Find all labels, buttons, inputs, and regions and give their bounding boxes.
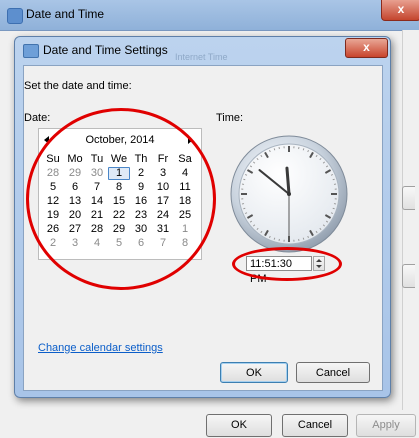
clock-center-pin [287, 192, 291, 196]
dialog-cancel-button[interactable]: Cancel [296, 362, 370, 383]
calendar-month-header[interactable]: October, 2014 [59, 134, 181, 146]
calendar-day[interactable]: 20 [64, 209, 86, 222]
calendar-day[interactable]: 7 [152, 237, 174, 250]
weekday-header: Th [134, 153, 148, 165]
calendar-day[interactable]: 24 [152, 209, 174, 222]
side-button-1[interactable] [402, 186, 415, 210]
calendar-day[interactable]: 29 [108, 223, 130, 236]
weekday-header: We [110, 153, 128, 165]
minute-tick [273, 237, 276, 240]
calendar-day[interactable]: 9 [130, 181, 152, 194]
calendar-day[interactable]: 3 [152, 167, 174, 180]
calendar-day[interactable]: 16 [130, 195, 152, 208]
calendar-day[interactable]: 23 [130, 209, 152, 222]
next-month-arrow-icon[interactable] [188, 136, 193, 144]
weekday-header: Sa [178, 153, 192, 165]
time-input[interactable]: 11:51:30 PM [246, 256, 312, 285]
window-titlebar: Date and Time [0, 0, 419, 31]
weekday-header: Su [46, 153, 60, 165]
calendar-day[interactable]: 3 [64, 237, 86, 250]
calendar-grid: Su Mo Tu We Th Fr Sa 28 29 30 1 2 3 4 5 6 7 8 9 10 11 12 13 14 1… [42, 153, 198, 250]
calendar-day[interactable]: 30 [86, 167, 108, 180]
analog-clock [230, 135, 348, 253]
spinner-down-icon[interactable] [316, 265, 322, 268]
spinner-up-icon[interactable] [316, 259, 322, 262]
minute-tick [302, 237, 305, 240]
ghost-tab-text: Internet Time [175, 52, 228, 62]
side-button-2[interactable] [402, 264, 415, 288]
calendar-day[interactable]: 5 [108, 237, 130, 250]
calendar-day[interactable]: 18 [174, 195, 196, 208]
calendar-day[interactable]: 6 [130, 237, 152, 250]
window-side-panel [402, 30, 419, 410]
instruction-text: Set the date and time: [24, 80, 132, 92]
dialog-title: Date and Time Settings [43, 43, 168, 57]
calendar-day[interactable]: 26 [42, 223, 64, 236]
hour-hand [285, 166, 291, 196]
calendar-day-selected[interactable]: 1 [108, 167, 130, 180]
calendar-day[interactable]: 21 [86, 209, 108, 222]
calendar-day[interactable]: 8 [108, 181, 130, 194]
dialog-close-button[interactable]: x [345, 38, 388, 58]
weekday-header: Tu [90, 153, 104, 165]
calendar-day[interactable]: 4 [174, 167, 196, 180]
calendar-day[interactable]: 12 [42, 195, 64, 208]
calendar-day[interactable]: 28 [42, 167, 64, 180]
window-close-button[interactable]: x [381, 0, 419, 21]
calendar-day[interactable]: 25 [174, 209, 196, 222]
calendar-day[interactable]: 11 [174, 181, 196, 194]
window-apply-button[interactable]: Apply [356, 414, 416, 437]
calendar-day[interactable]: 31 [152, 223, 174, 236]
change-calendar-settings-link[interactable]: Change calendar settings [38, 342, 163, 354]
calendar-day[interactable]: 2 [42, 237, 64, 250]
calendar-day[interactable]: 5 [42, 181, 64, 194]
calendar-day[interactable]: 19 [42, 209, 64, 222]
date-label: Date: [24, 112, 51, 124]
window-title: Date and Time [26, 7, 105, 21]
window-cancel-button[interactable]: Cancel [282, 414, 348, 437]
minute-tick [273, 148, 276, 151]
calendar-day[interactable]: 8 [174, 237, 196, 250]
minute-tick [332, 207, 335, 210]
minute-tick [243, 207, 246, 210]
calendar-day[interactable]: 7 [86, 181, 108, 194]
calendar-day[interactable]: 1 [174, 223, 196, 236]
minute-tick [302, 148, 305, 151]
calendar-day[interactable]: 28 [86, 223, 108, 236]
calendar-day[interactable]: 29 [64, 167, 86, 180]
dialog-ok-button[interactable]: OK [220, 362, 288, 383]
window-ok-button[interactable]: OK [206, 414, 272, 437]
clock-icon [7, 8, 23, 24]
calendar[interactable]: October, 2014 Su Mo Tu We Th Fr Sa 28 29 30 1 2 3 4 5 6… [38, 128, 202, 260]
calendar-day[interactable]: 14 [86, 195, 108, 208]
minute-tick [332, 178, 335, 181]
calendar-day[interactable]: 2 [130, 167, 152, 180]
calendar-day[interactable]: 6 [64, 181, 86, 194]
calendar-day[interactable]: 17 [152, 195, 174, 208]
calendar-day[interactable]: 4 [86, 237, 108, 250]
minute-tick [243, 178, 246, 181]
calendar-day[interactable]: 30 [130, 223, 152, 236]
calendar-icon [23, 44, 39, 58]
calendar-day[interactable]: 22 [108, 209, 130, 222]
previous-month-arrow-icon[interactable] [44, 136, 49, 144]
calendar-day[interactable]: 10 [152, 181, 174, 194]
calendar-day[interactable]: 13 [64, 195, 86, 208]
time-spinner[interactable] [313, 256, 325, 271]
weekday-header: Fr [157, 153, 169, 165]
weekday-header: Mo [67, 153, 83, 165]
time-label: Time: [216, 112, 244, 124]
calendar-day[interactable]: 15 [108, 195, 130, 208]
calendar-day[interactable]: 27 [64, 223, 86, 236]
